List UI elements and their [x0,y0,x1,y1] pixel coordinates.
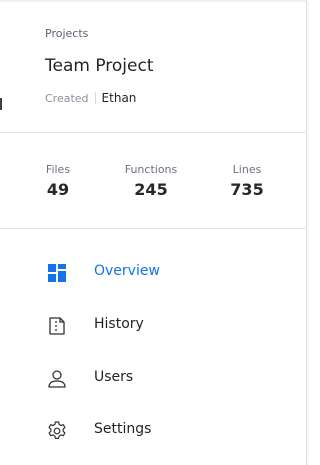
dashboard-icon [48,264,66,282]
divider-stats [0,228,306,229]
nav-label: Settings [94,421,152,437]
stat-label: Lines [232,163,262,176]
nav-item-users[interactable]: Users [0,358,306,398]
project-title: Team Project [45,56,154,76]
user-icon [48,370,66,388]
stat-label: Files [45,163,71,176]
created-row: Created Ethan [45,91,136,105]
stat-label: Functions [124,163,178,176]
divider-header [0,132,306,133]
nav-label: Users [94,369,134,385]
created-separator [94,92,96,104]
stat-lines: Lines 735 [222,163,272,199]
top-edge [0,0,306,2]
nav-label: Overview [94,263,160,279]
nav-item-history[interactable]: History [0,305,306,345]
stat-files: Files 49 [33,163,83,199]
gear-icon [48,421,66,439]
stat-value: 245 [134,180,168,199]
stat-functions: Functions 245 [111,163,191,199]
breadcrumb[interactable]: Projects [45,27,88,40]
project-sidebar: Projects Team Project Created Ethan File… [0,0,307,465]
history-icon [49,317,65,335]
nav-item-overview[interactable]: Overview [0,252,306,292]
nav-item-settings[interactable]: Settings [0,410,306,450]
created-by-user: Ethan [101,91,137,105]
nav-label: History [94,316,144,332]
stat-value: 735 [230,180,264,199]
stat-value: 49 [46,180,70,199]
created-label: Created [45,91,89,105]
edge-marker [0,98,2,110]
